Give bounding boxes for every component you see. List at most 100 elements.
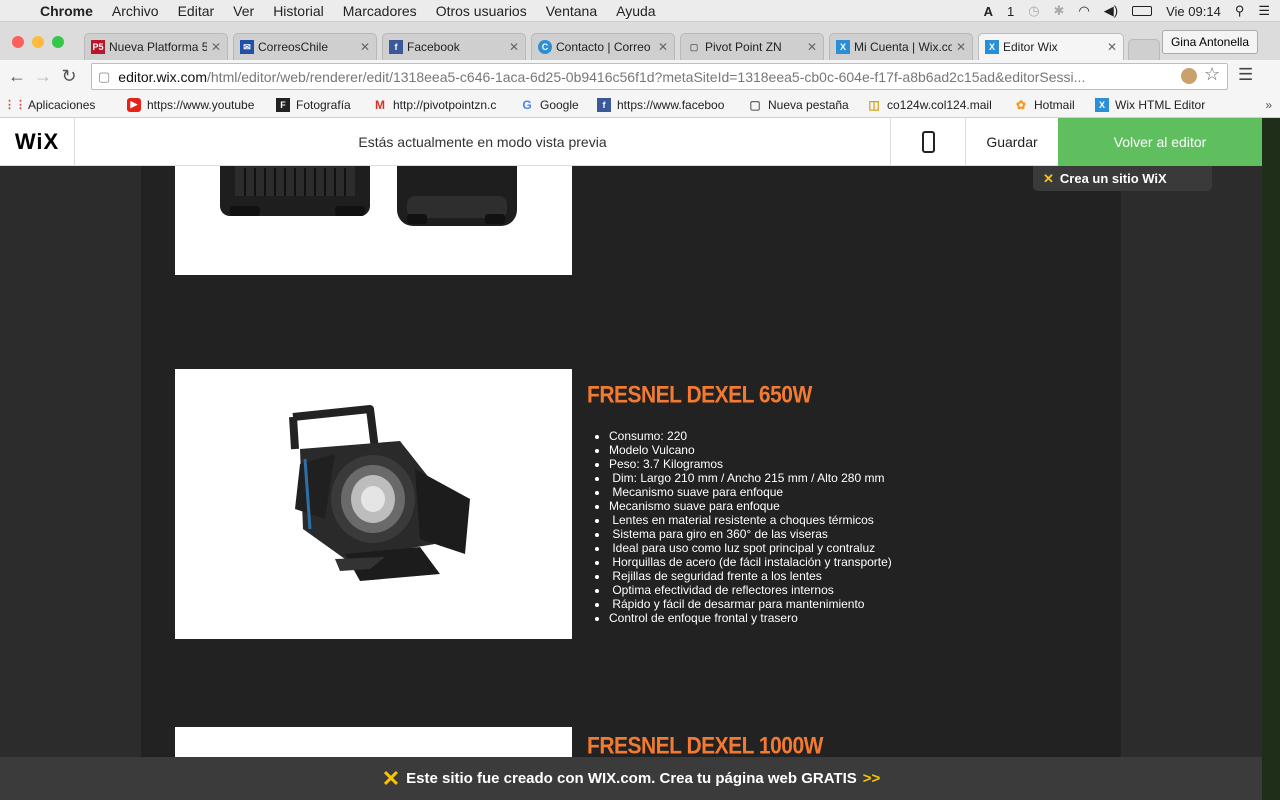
minimize-window-button[interactable] bbox=[32, 36, 44, 48]
menu-ventana[interactable]: Ventana bbox=[546, 3, 597, 19]
page-icon: ▢ bbox=[749, 97, 761, 112]
bookmark-fotografia[interactable]: F Fotografía bbox=[276, 97, 356, 112]
youtube-icon: ▶ bbox=[127, 97, 141, 112]
menu-historial[interactable]: Historial bbox=[273, 3, 324, 19]
spec-item: Sistema para giro en 360° de las viseras bbox=[609, 527, 892, 541]
wix-x-icon: ✕ bbox=[381, 765, 401, 791]
tab-correoschile[interactable]: ✉ CorreosChile ✕ bbox=[233, 33, 377, 60]
zoom-window-button[interactable] bbox=[52, 36, 64, 48]
adobe-icon[interactable]: A bbox=[984, 4, 993, 19]
address-bar[interactable]: ▢ editor.wix.com/html/editor/web/rendere… bbox=[91, 63, 1228, 90]
bookmark-youtube[interactable]: ▶ https://www.youtube bbox=[127, 97, 259, 112]
bluetooth-icon[interactable]: ✱ bbox=[1054, 3, 1065, 19]
tab-contacto[interactable]: C Contacto | Correo ✕ bbox=[531, 33, 675, 60]
close-tab-icon[interactable]: ✕ bbox=[211, 40, 221, 54]
tab-mi-cuenta-wix[interactable]: X Mi Cuenta | Wix.co ✕ bbox=[829, 33, 973, 60]
site-viewport: FRESNEL DEXEL 650W Consumo: 220 Modelo V… bbox=[0, 166, 1262, 800]
mobile-view-button[interactable] bbox=[890, 118, 966, 166]
bookmark-wix-html-editor[interactable]: X Wix HTML Editor bbox=[1095, 97, 1209, 112]
bookmark-col124-mail[interactable]: ◫ co124w.col124.mail bbox=[867, 98, 997, 112]
banner-text: Este sitio fue creado con WIX.com. Crea … bbox=[406, 770, 857, 787]
tab-pivot-point[interactable]: ▢ Pivot Point ZN ✕ bbox=[680, 33, 824, 60]
bookmark-apps[interactable]: ⋮⋮ Aplicaciones bbox=[8, 98, 110, 112]
product-specs-list: Consumo: 220 Modelo Vulcano Peso: 3.7 Ki… bbox=[591, 429, 892, 625]
bookmark-nueva-pestana[interactable]: ▢ Nueva pestaña bbox=[748, 98, 850, 112]
apps-grid-icon: ⋮⋮ bbox=[8, 99, 26, 111]
close-tab-icon[interactable]: ✕ bbox=[956, 40, 966, 54]
bookmark-hotmail[interactable]: ✿ Hotmail bbox=[1014, 98, 1078, 112]
back-to-editor-button[interactable]: Volver al editor bbox=[1058, 118, 1262, 166]
mac-menubar: Chrome Archivo Editar Ver Historial Marc… bbox=[0, 0, 1280, 22]
close-tab-icon[interactable]: ✕ bbox=[509, 40, 519, 54]
spec-item: Horquillas de acero (de fácil instalació… bbox=[609, 555, 891, 569]
mail-icon: ◫ bbox=[868, 97, 880, 112]
spec-item: Mecanismo suave para enfoque bbox=[609, 485, 892, 499]
spotlight-icon[interactable]: ⚲ bbox=[1235, 3, 1245, 19]
tab-nueva-platforma[interactable]: P5 Nueva Platforma 5 ✕ bbox=[84, 33, 228, 60]
menu-marcadores[interactable]: Marcadores bbox=[343, 3, 417, 19]
new-tab-button[interactable] bbox=[1128, 39, 1160, 60]
wix-logo[interactable]: WiX bbox=[0, 118, 75, 166]
wifi-icon[interactable]: ◠ bbox=[1078, 3, 1089, 19]
close-tab-icon[interactable]: ✕ bbox=[658, 40, 668, 54]
product-title: FRESNEL DEXEL 650W bbox=[587, 382, 812, 409]
product-image-fresnel-650w bbox=[175, 369, 572, 639]
reload-icon[interactable]: ↻ bbox=[56, 66, 82, 87]
product-image-cases bbox=[175, 166, 572, 275]
forward-icon[interactable]: → bbox=[30, 66, 56, 87]
chrome-menu-icon[interactable]: ☰ bbox=[1238, 65, 1253, 85]
banner-arrows: >> bbox=[862, 770, 881, 787]
spec-item: Lentes en material resistente a choques … bbox=[609, 513, 892, 527]
bookmark-label: Aplicaciones bbox=[28, 97, 96, 112]
create-site-label: Crea un sitio WiX bbox=[1059, 171, 1167, 186]
page-favicon-icon: ▢ bbox=[689, 41, 699, 52]
more-bookmarks-icon[interactable]: » bbox=[1265, 98, 1272, 112]
gmail-icon: M bbox=[375, 97, 385, 112]
close-tab-icon[interactable]: ✕ bbox=[1107, 40, 1117, 54]
battery-icon[interactable] bbox=[1132, 6, 1153, 16]
save-button[interactable]: Guardar bbox=[966, 118, 1058, 166]
close-tab-icon[interactable]: ✕ bbox=[360, 40, 370, 54]
spec-item: Ideal para uso como luz spot principal y… bbox=[609, 541, 892, 555]
hotmail-icon: ✿ bbox=[1015, 97, 1027, 112]
bookmark-pivotpoint[interactable]: M http://pivotpointzn.c bbox=[373, 98, 503, 112]
extension-icon[interactable] bbox=[1181, 68, 1197, 84]
bookmark-label: http://pivotpointzn.c bbox=[393, 97, 497, 112]
bookmark-label: Wix HTML Editor bbox=[1115, 97, 1206, 112]
spec-item: Modelo Vulcano bbox=[609, 443, 892, 457]
menu-editar[interactable]: Editar bbox=[178, 3, 215, 19]
create-wix-site-button[interactable]: ✕ Crea un sitio WiX bbox=[1033, 166, 1212, 191]
spec-item: Dim: Largo 210 mm / Ancho 215 mm / Alto … bbox=[609, 471, 892, 485]
correos-favicon-icon: ✉ bbox=[240, 40, 254, 54]
close-tab-icon[interactable]: ✕ bbox=[807, 40, 817, 54]
url-host: editor.wix.com bbox=[118, 68, 207, 85]
url-path: /html/editor/web/renderer/edit/1318eea5-… bbox=[207, 68, 1086, 85]
bookmarks-bar: ⋮⋮ Aplicaciones ▶ https://www.youtube F … bbox=[0, 92, 1280, 118]
bookmark-star-icon[interactable]: ☆ bbox=[1204, 64, 1220, 85]
back-icon[interactable]: ← bbox=[4, 66, 30, 87]
profile-button[interactable]: Gina Antonella bbox=[1161, 30, 1258, 54]
volume-icon[interactable]: ◀) bbox=[1104, 3, 1118, 19]
tab-facebook[interactable]: f Facebook ✕ bbox=[382, 33, 526, 60]
notifications-icon[interactable]: ☰ bbox=[1258, 3, 1270, 19]
wix-ad-banner[interactable]: ✕ Este sitio fue creado con WIX.com. Cre… bbox=[0, 757, 1262, 800]
wix-favicon-icon: X bbox=[836, 40, 850, 54]
time-machine-icon[interactable]: ◷ bbox=[1028, 3, 1039, 19]
google-icon: G bbox=[522, 97, 532, 112]
bookmark-label: https://www.youtube bbox=[147, 97, 255, 112]
menu-app-chrome[interactable]: Chrome bbox=[40, 3, 93, 19]
menu-ayuda[interactable]: Ayuda bbox=[616, 3, 655, 19]
equipment-cases-image bbox=[220, 166, 517, 226]
tab-label: CorreosChile bbox=[258, 40, 329, 54]
menu-otros-usuarios[interactable]: Otros usuarios bbox=[436, 3, 527, 19]
bookmark-google[interactable]: G Google bbox=[520, 98, 580, 112]
clock[interactable]: Vie 09:14 bbox=[1166, 4, 1221, 19]
menu-ver[interactable]: Ver bbox=[233, 3, 254, 19]
close-window-button[interactable] bbox=[12, 36, 24, 48]
menu-archivo[interactable]: Archivo bbox=[112, 3, 159, 19]
tab-label: Nueva Platforma 5 bbox=[109, 40, 207, 54]
wix-favicon-icon: X bbox=[985, 40, 999, 54]
tab-editor-wix[interactable]: X Editor Wix ✕ bbox=[978, 33, 1124, 60]
bookmark-label: https://www.faceboo bbox=[617, 97, 725, 112]
bookmark-facebook[interactable]: f https://www.faceboo bbox=[597, 97, 731, 112]
